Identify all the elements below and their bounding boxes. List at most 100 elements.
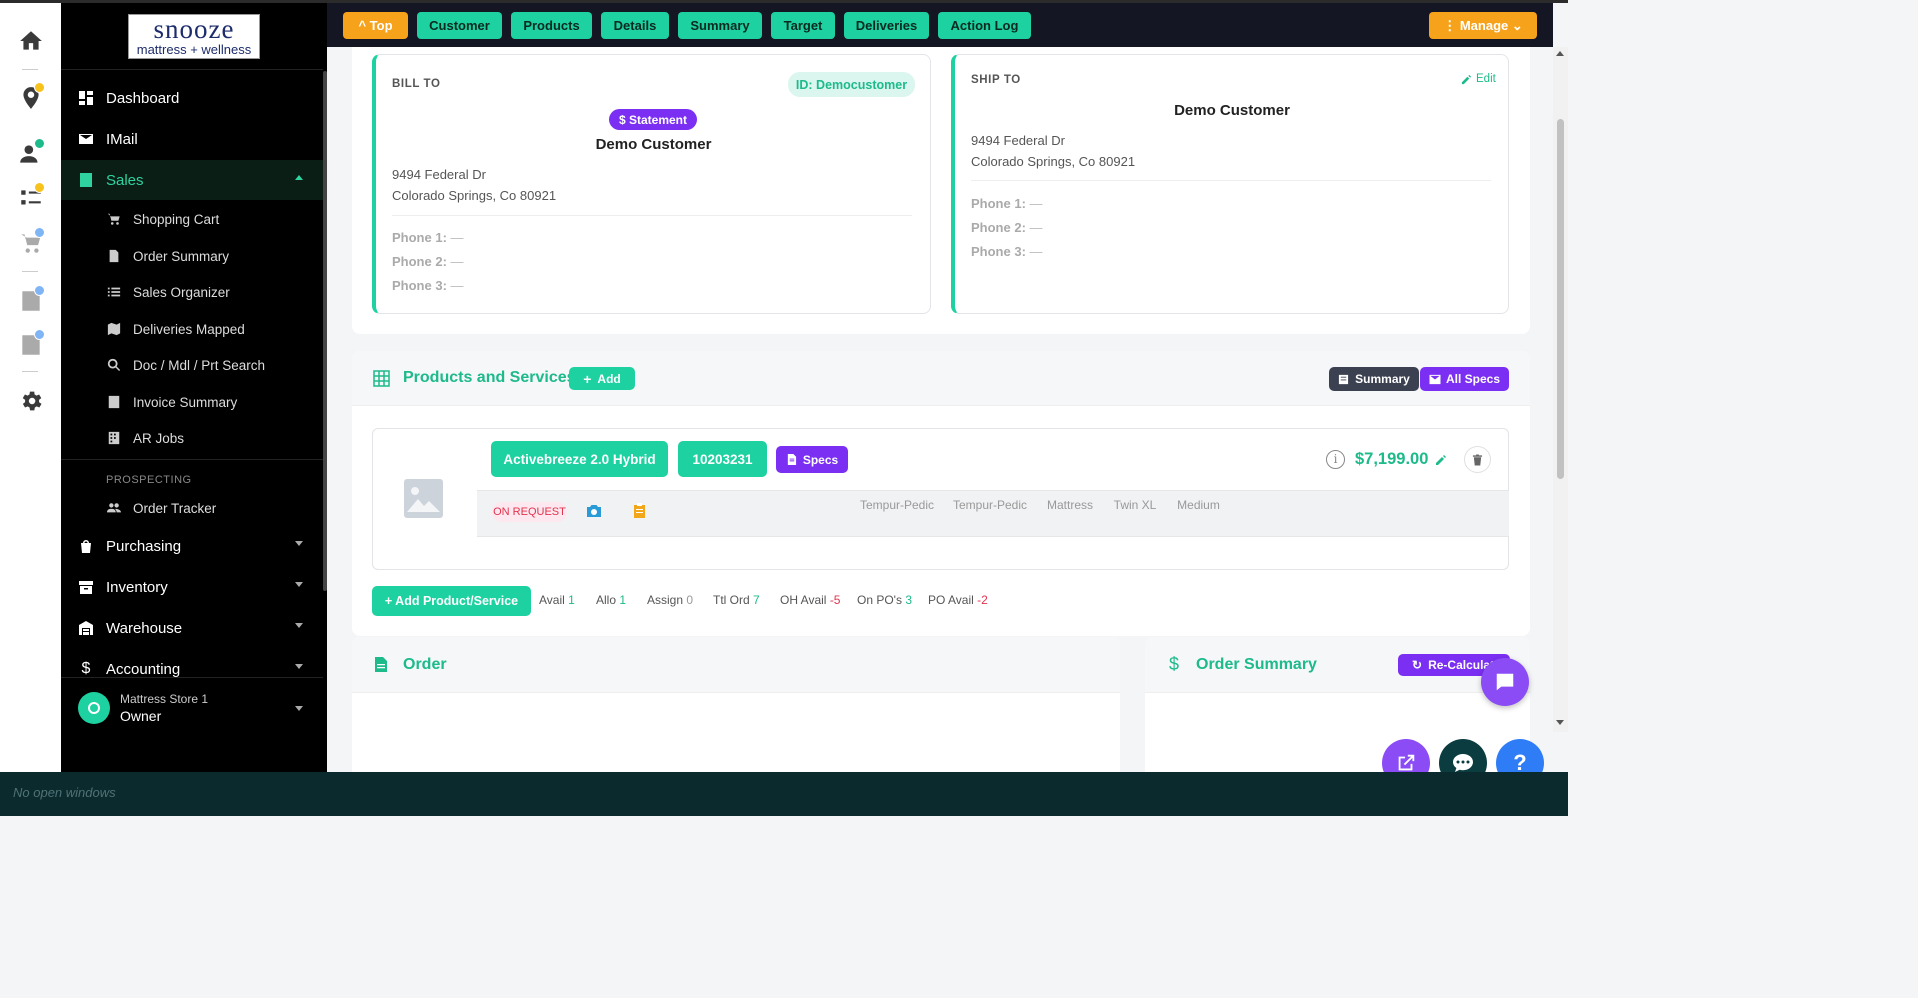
clock-badge-icon	[34, 285, 45, 296]
camera-icon[interactable]	[586, 504, 602, 518]
sidebar-item-label: Accounting	[106, 660, 181, 678]
tab-action-log[interactable]: Action Log	[938, 12, 1031, 39]
add-user-icon[interactable]	[13, 136, 49, 172]
sidebar-item-sales[interactable]: Sales	[61, 160, 323, 200]
stat-total-ordered: Ttl Ord 7	[713, 593, 760, 607]
statement-button[interactable]: $ Statement	[609, 109, 697, 130]
status-badge: ON REQUEST	[492, 502, 567, 522]
document-icon	[1339, 374, 1349, 384]
sidebar-item-inventory[interactable]: Inventory	[61, 567, 323, 607]
scroll-up-icon[interactable]	[1556, 51, 1564, 56]
refresh-icon: ↻	[1412, 658, 1423, 672]
sidebar-item-imail[interactable]: IMail	[61, 119, 323, 159]
sidebar-item-label: Inventory	[106, 578, 168, 596]
tag-firmness: Medium	[1170, 494, 1227, 516]
user-menu[interactable]: Mattress Store 1 Owner	[61, 678, 323, 738]
tag-brand: Tempur-Pedic	[855, 494, 939, 516]
sidebar-subitem-sales-organizer[interactable]: Sales Organizer	[61, 274, 323, 310]
tab-products[interactable]: Products	[511, 12, 592, 39]
summary-button[interactable]: Summary	[1329, 367, 1419, 391]
sidebar-item-label: Sales	[106, 171, 144, 189]
tag-category: Mattress	[1040, 494, 1100, 516]
report-icon[interactable]	[13, 283, 49, 319]
add-product-service-button[interactable]: + Add Product/Service	[372, 586, 531, 616]
subitem-label: Sales Organizer	[133, 284, 230, 300]
sidebar-item-label: Dashboard	[106, 89, 180, 107]
invoice-icon	[108, 395, 120, 409]
top-button[interactable]: ^ Top	[343, 12, 408, 39]
feedback-button[interactable]	[1481, 658, 1529, 706]
tab-deliveries[interactable]: Deliveries	[844, 12, 929, 39]
icon-rail	[0, 3, 61, 772]
checklist-icon[interactable]	[13, 180, 49, 216]
tab-summary[interactable]: Summary	[678, 12, 762, 39]
chevron-down-icon	[295, 706, 303, 711]
prospecting-heading: PROSPECTING	[106, 474, 192, 486]
products-title: Products and Services	[403, 369, 576, 386]
stat-avail: Avail 1	[539, 593, 575, 607]
bill-to-label: BILL TO	[392, 78, 441, 90]
tab-customer[interactable]: Customer	[417, 12, 502, 39]
divider	[971, 180, 1491, 181]
add-product-button[interactable]: + Add	[569, 367, 635, 390]
dollar-icon: $	[1169, 654, 1180, 674]
info-icon[interactable]: i	[1326, 450, 1345, 469]
edit-label: Edit	[1476, 73, 1496, 85]
ship-to-box: SHIP TO Edit Demo Customer 9494 Federal …	[951, 54, 1509, 314]
sidebar-item-dashboard[interactable]: Dashboard	[61, 78, 323, 118]
sidebar-item-label: Purchasing	[106, 537, 182, 555]
chevron-down-icon	[295, 623, 303, 628]
order-card	[352, 637, 1120, 772]
all-specs-button[interactable]: All Specs	[1420, 367, 1509, 391]
specs-button[interactable]: Specs	[776, 446, 848, 473]
manage-button[interactable]: ⋮ Manage ⌄	[1429, 12, 1537, 39]
sidebar-subitem-order-summary[interactable]: Order Summary	[61, 238, 323, 274]
warehouse-icon	[79, 621, 93, 635]
badge-icon	[34, 182, 45, 193]
brand-logo[interactable]: snooze mattress + wellness	[128, 14, 260, 59]
edit-ship-to-button[interactable]: Edit	[1461, 73, 1496, 85]
delete-product-button[interactable]	[1464, 446, 1491, 473]
avatar	[78, 692, 110, 724]
product-sku-button[interactable]: 10203231	[678, 441, 767, 477]
sidebar-subitem-ar-jobs[interactable]: AR Jobs	[61, 420, 323, 456]
clipboard-icon[interactable]	[633, 503, 646, 518]
sidebar-subitem-doc-search[interactable]: Doc / Mdl / Prt Search	[61, 347, 323, 383]
product-name-button[interactable]: Activebreeze 2.0 Hybrid	[491, 441, 668, 477]
tab-target[interactable]: Target	[771, 12, 835, 39]
ship-to-name: Demo Customer	[1174, 102, 1290, 119]
chevron-down-icon	[295, 582, 303, 587]
home-icon[interactable]	[13, 23, 49, 59]
add-label: Add	[597, 371, 621, 386]
page-scrollbar[interactable]	[1553, 47, 1568, 732]
bill-to-phone2: Phone 2: —	[392, 254, 464, 269]
report-icon[interactable]	[13, 327, 49, 363]
cart-icon[interactable]	[13, 225, 49, 261]
document-icon	[80, 173, 92, 187]
dashboard-icon	[79, 91, 93, 105]
sidebar-subitem-deliveries-mapped[interactable]: Deliveries Mapped	[61, 311, 323, 347]
edit-price-icon[interactable]	[1435, 454, 1447, 466]
map-pin-icon[interactable]	[13, 80, 49, 116]
clock-badge-icon	[34, 227, 45, 238]
scrollbar-thumb[interactable]	[1557, 119, 1564, 479]
gear-icon[interactable]	[13, 383, 49, 419]
tab-details[interactable]: Details	[601, 12, 669, 39]
scroll-down-icon[interactable]	[1556, 720, 1564, 725]
sidebar-item-purchasing[interactable]: Purchasing	[61, 526, 323, 566]
ship-to-phone2: Phone 2: —	[971, 220, 1043, 235]
sidebar-item-warehouse[interactable]: Warehouse	[61, 608, 323, 648]
product-image-placeholder-icon[interactable]	[404, 479, 443, 518]
stat-on-po: On PO's 3	[857, 593, 913, 607]
mail-icon	[1429, 374, 1441, 384]
sidebar-subitem-invoice-summary[interactable]: Invoice Summary	[61, 384, 323, 420]
stat-po-avail: PO Avail -2	[928, 593, 988, 607]
bag-icon	[81, 540, 91, 553]
taskbar-status: No open windows	[13, 785, 116, 800]
all-specs-label: All Specs	[1445, 372, 1501, 386]
sidebar-subitem-shopping-cart[interactable]: Shopping Cart	[61, 201, 323, 237]
sidebar-subitem-order-tracker[interactable]: Order Tracker	[61, 490, 323, 526]
plus-badge-icon	[34, 138, 45, 149]
ship-to-phone3: Phone 3: —	[971, 244, 1043, 259]
ship-to-label: SHIP TO	[971, 74, 1021, 86]
